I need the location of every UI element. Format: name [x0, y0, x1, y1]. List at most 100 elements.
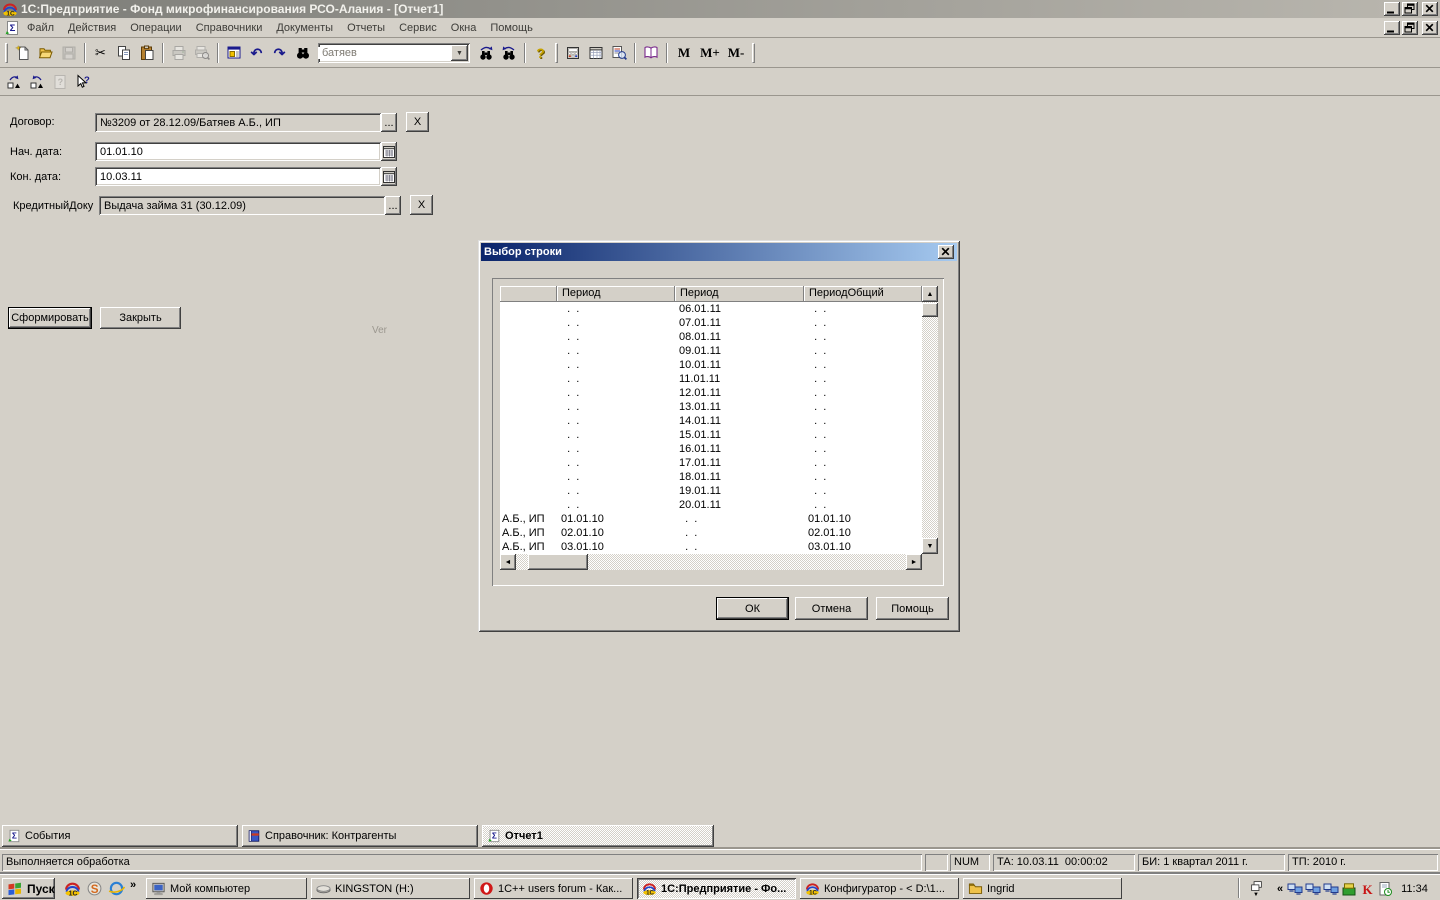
updater-tray-icon[interactable]	[1341, 881, 1357, 897]
mdi-tab-1[interactable]: Справочник: Контрагенты	[242, 825, 478, 847]
start-button[interactable]: Пуск	[2, 878, 55, 899]
credit-doc-ellipsis-button[interactable]: ...	[385, 196, 401, 215]
calc-lookup-button[interactable]	[607, 42, 630, 64]
mdi-restore-button[interactable]	[1402, 21, 1418, 35]
table-row-10[interactable]: . .16.01.11 . .	[500, 442, 922, 456]
close-button[interactable]	[1422, 2, 1438, 16]
credit-doc-clear-button[interactable]: X	[410, 195, 433, 215]
taskbar-task-5[interactable]: Ingrid	[963, 878, 1122, 899]
table-row-12[interactable]: . .18.01.11 . .	[500, 470, 922, 484]
menu-item-8[interactable]: Помощь	[483, 19, 540, 37]
cancel-button[interactable]: Отмена	[795, 597, 868, 620]
menu-item-1[interactable]: Действия	[61, 19, 123, 37]
desktop-toolbar-handle[interactable]: ▼	[1244, 877, 1268, 900]
credit-doc-field[interactable]: Выдача займа 31 (30.12.09)	[99, 196, 385, 215]
table-row-7[interactable]: . .13.01.11 . .	[500, 400, 922, 414]
minimize-button[interactable]	[1384, 2, 1400, 16]
tray-chevron[interactable]: «	[1277, 883, 1283, 895]
sched-tray-icon[interactable]	[1377, 881, 1393, 897]
calculator-button[interactable]	[561, 42, 584, 64]
kaspersky-tray-icon[interactable]: K	[1359, 881, 1375, 897]
copy-button[interactable]	[112, 42, 135, 64]
subst-on-button[interactable]	[2, 71, 25, 93]
menu-item-7[interactable]: Окна	[444, 19, 484, 37]
taskbar-task-2[interactable]: 1C++ users forum - Как...	[474, 878, 633, 899]
table-row-1[interactable]: . .07.01.11 . .	[500, 316, 922, 330]
quicklaunch-1c-icon[interactable]: 1С	[64, 880, 81, 897]
end-date-picker-button[interactable]	[381, 167, 397, 186]
print-button[interactable]	[167, 42, 190, 64]
menu-item-0[interactable]: Файл	[20, 19, 61, 37]
table-row-17[interactable]: А.Б., ИП03.01.10 . .03.01.10	[500, 540, 922, 554]
table-row-9[interactable]: . .15.01.11 . .	[500, 428, 922, 442]
paste-button[interactable]	[135, 42, 158, 64]
table-row-2[interactable]: . .08.01.11 . .	[500, 330, 922, 344]
menu-item-5[interactable]: Отчеты	[340, 19, 392, 37]
taskbar-task-3[interactable]: 1С1С:Предприятие - Фо...	[637, 878, 796, 899]
redo-button[interactable]: ↷	[268, 42, 291, 64]
title-bar[interactable]: 1С 1С:Предприятие - Фонд микрофинансиров…	[0, 0, 1440, 18]
column-header-1[interactable]: Период	[557, 286, 675, 302]
tablegrid-button[interactable]	[222, 42, 245, 64]
table-row-8[interactable]: . .14.01.11 . .	[500, 414, 922, 428]
quicklaunch-overflow-chevron[interactable]: »	[130, 879, 136, 891]
vscroll-track[interactable]	[922, 302, 938, 554]
menu-item-6[interactable]: Сервис	[392, 19, 444, 37]
help-button[interactable]: Помощь	[876, 597, 949, 620]
scroll-up-button[interactable]: ▲	[922, 286, 938, 302]
menu-item-4[interactable]: Документы	[269, 19, 340, 37]
context-help-button[interactable]: ?	[71, 71, 94, 93]
dialog-title-bar[interactable]: Выбор строки	[481, 243, 957, 261]
network-tray-icon[interactable]	[1287, 881, 1303, 897]
column-header-3[interactable]: ПериодОбщий	[804, 286, 922, 302]
table-row-13[interactable]: . .19.01.11 . .	[500, 484, 922, 498]
find-input[interactable]	[318, 47, 451, 59]
doc-help-button[interactable]: ?	[48, 71, 71, 93]
toolbar-grip[interactable]	[5, 43, 8, 63]
subst-off-button[interactable]	[25, 71, 48, 93]
calendar-button[interactable]	[584, 42, 607, 64]
find-prev-button[interactable]	[497, 42, 520, 64]
end-date-field[interactable]: 10.03.11	[95, 167, 381, 186]
menu-item-2[interactable]: Операции	[123, 19, 188, 37]
toolbar-grip[interactable]	[555, 43, 558, 63]
mdi-tab-2[interactable]: ΣОтчет1	[482, 825, 714, 847]
contract-clear-button[interactable]: X	[406, 112, 429, 132]
cut-button[interactable]: ✂	[89, 42, 112, 64]
start-date-field[interactable]: 01.01.10	[95, 142, 381, 161]
hscroll-thumb[interactable]	[528, 554, 588, 570]
vertical-scrollbar[interactable]: ▲ ▼	[922, 286, 938, 554]
memory-button-М-[interactable]: М-	[723, 42, 749, 64]
taskbar-task-4[interactable]: 1СКонфигуратор - < D:\1...	[800, 878, 959, 899]
table-row-4[interactable]: . .10.01.11 . .	[500, 358, 922, 372]
contract-field[interactable]: №3209 от 28.12.09/Батяев А.Б., ИП	[95, 113, 381, 132]
toolbar-grip[interactable]	[752, 43, 755, 63]
column-header-0[interactable]	[500, 286, 557, 302]
table-row-16[interactable]: А.Б., ИП02.01.10 . .02.01.10	[500, 526, 922, 540]
table-row-14[interactable]: . .20.01.11 . .	[500, 498, 922, 512]
network-tray-icon[interactable]	[1323, 881, 1339, 897]
restore-button[interactable]	[1402, 2, 1418, 16]
menu-item-3[interactable]: Справочники	[189, 19, 270, 37]
dialog-close-button[interactable]	[938, 245, 954, 259]
mdi-close-button[interactable]	[1422, 21, 1438, 35]
network-tray-icon[interactable]	[1305, 881, 1321, 897]
new-button[interactable]	[11, 42, 34, 64]
scroll-left-button[interactable]: ◄	[500, 554, 516, 570]
close-form-button[interactable]: Закрыть	[100, 307, 181, 329]
table-row-15[interactable]: А.Б., ИП01.01.10 . .01.01.10	[500, 512, 922, 526]
table-row-0[interactable]: . .06.01.11 . .	[500, 302, 922, 316]
generate-button[interactable]: Сформировать	[8, 307, 92, 329]
quicklaunch-script-icon[interactable]: S	[86, 880, 103, 897]
column-header-2[interactable]: Период	[675, 286, 804, 302]
find-next-button[interactable]	[474, 42, 497, 64]
memory-button-М[interactable]: М	[671, 42, 697, 64]
find-combobox[interactable]: ▼	[318, 43, 470, 63]
undo-button[interactable]: ↶	[245, 42, 268, 64]
taskbar-task-0[interactable]: Мой компьютер	[146, 878, 307, 899]
table-row-3[interactable]: . .09.01.11 . .	[500, 344, 922, 358]
table-row-5[interactable]: . .11.01.11 . .	[500, 372, 922, 386]
help-button[interactable]: ?	[529, 42, 552, 64]
memory-button-М+[interactable]: М+	[697, 42, 723, 64]
scroll-down-button[interactable]: ▼	[922, 538, 938, 554]
